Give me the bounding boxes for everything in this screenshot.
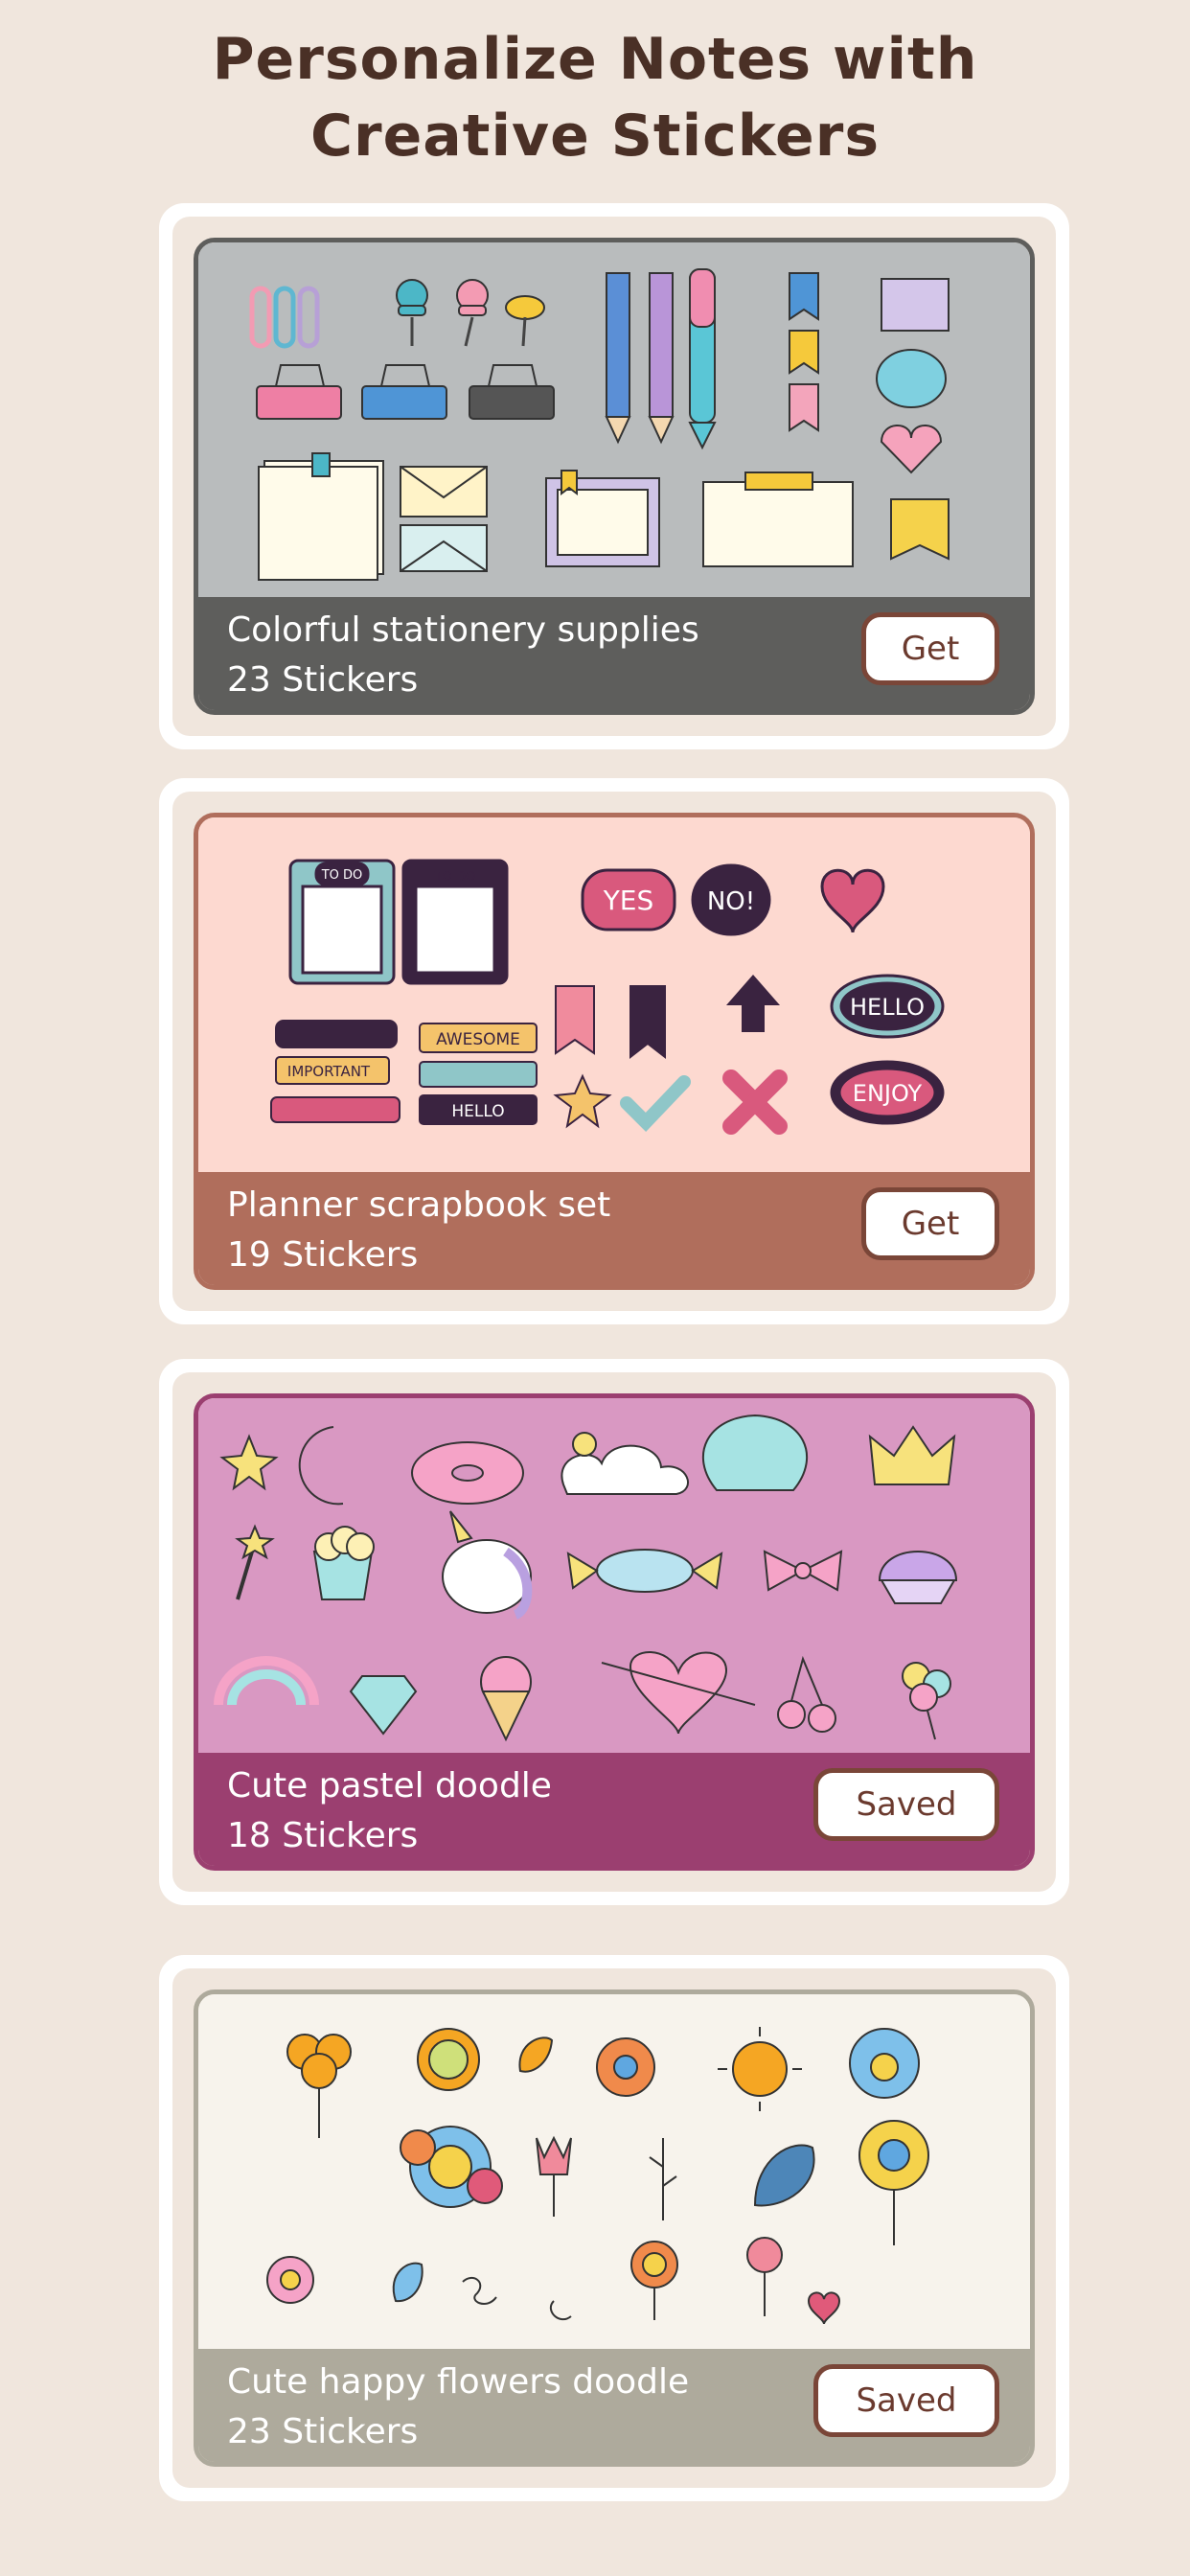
card-footer: Colorful stationery supplies 23 Stickers…: [198, 597, 1030, 710]
planner-sticker-preview: TO DO TO DO YES NO! AWESOME IMPORTANT HE…: [198, 817, 1030, 1172]
pack-name: Cute happy flowers doodle: [227, 2362, 690, 2402]
sticker-text: NO!: [707, 887, 755, 916]
card-frame: Cute happy flowers doodle 23 Stickers Sa…: [172, 1968, 1056, 2488]
saved-button[interactable]: Saved: [813, 2364, 999, 2437]
envelope-icon: [400, 466, 488, 572]
card-body: Cute happy flowers doodle 23 Stickers Sa…: [194, 1990, 1035, 2467]
pushpin-icon: [396, 279, 545, 347]
sticker-text: AWESOME: [436, 1030, 520, 1049]
heart-arrow-icon: [601, 1651, 756, 1735]
crown-icon: [868, 1425, 956, 1485]
sticker-pack-card-stationery[interactable]: Colorful stationery supplies 23 Stickers…: [159, 203, 1069, 749]
stationery-stickers-image: [249, 268, 950, 581]
pack-sticker-count: 18 Stickers: [227, 1816, 419, 1855]
sticker-pack-card-pastel[interactable]: Cute pastel doodle 18 Stickers Saved: [159, 1359, 1069, 1905]
checkmark-icon: [620, 1075, 691, 1133]
sticker-text: YES: [603, 885, 654, 916]
card-footer: Cute happy flowers doodle 23 Stickers Sa…: [198, 2349, 1030, 2462]
seashell-icon: [701, 1414, 809, 1491]
flag-sticker: [555, 985, 666, 1060]
small-flower-icon: [266, 2256, 314, 2304]
blue-flower-icon: [849, 2028, 920, 2099]
memo-pad-icon: [876, 278, 950, 561]
photo-frame-icon: [545, 470, 660, 567]
sticker-text: HELLO: [451, 1102, 504, 1121]
heart-icon: [807, 2291, 841, 2325]
star-icon: [219, 1434, 279, 1491]
saved-button[interactable]: Saved: [813, 1768, 999, 1841]
card-frame: TO DO TO DO YES NO! AWESOME IMPORTANT HE…: [172, 792, 1056, 1311]
flower-icon: [286, 2034, 352, 2138]
unicorn-icon: [442, 1510, 533, 1620]
card-body: TO DO TO DO YES NO! AWESOME IMPORTANT HE…: [194, 813, 1035, 1290]
small-leaf-icon: [392, 2262, 423, 2303]
pack-sticker-count: 19 Stickers: [227, 1235, 419, 1275]
moon-icon: [298, 1426, 344, 1506]
popcorn-icon: [312, 1526, 375, 1600]
cherry-icon: [777, 1655, 836, 1733]
cupcake-icon: [878, 1551, 958, 1604]
pack-name: Cute pastel doodle: [227, 1766, 552, 1806]
card-frame: Cute pastel doodle 18 Stickers Saved: [172, 1372, 1056, 1892]
arrow-up-icon: [726, 975, 780, 1032]
planner-stickers-image: TO DO TO DO YES NO! AWESOME IMPORTANT HE…: [270, 859, 945, 1135]
page-title-line-1: Personalize Notes with: [212, 26, 978, 93]
happy-flowers-stickers-image: [266, 2027, 929, 2325]
flowers-sticker-preview: [198, 1994, 1030, 2349]
magic-wand-icon: [235, 1524, 275, 1600]
card-body: Cute pastel doodle 18 Stickers Saved: [194, 1393, 1035, 1871]
card-footer: Cute pastel doodle 18 Stickers Saved: [198, 1753, 1030, 1866]
card-frame: Colorful stationery supplies 23 Stickers…: [172, 217, 1056, 736]
page-title: Personalize Notes with Creative Stickers: [0, 21, 1190, 174]
sunflower-icon: [417, 2028, 480, 2091]
sticker-text: ENJOY: [853, 1080, 923, 1107]
tulip-icon: [536, 2135, 572, 2217]
pastel-sticker-preview: [198, 1398, 1030, 1753]
sticker-text: TO DO: [321, 868, 363, 883]
card-body: Colorful stationery supplies 23 Stickers…: [194, 238, 1035, 715]
daisy-icon: [858, 2120, 929, 2245]
cloud-icon: [561, 1432, 689, 1495]
x-mark-icon: [722, 1070, 788, 1135]
diamond-icon: [349, 1675, 418, 1736]
swirl-icon: [462, 2276, 572, 2321]
sticker-text: HELLO: [850, 994, 925, 1021]
blue-leaf-icon: [753, 2144, 815, 2207]
pastel-doodle-stickers-image: [214, 1414, 958, 1742]
rainbow-flower-icon: [400, 2126, 503, 2208]
sticker-text: TO DO: [434, 870, 476, 885]
pack-name: Planner scrapbook set: [227, 1185, 611, 1225]
bookmark-flag-icon: [789, 272, 819, 432]
candy-icon: [566, 1549, 723, 1593]
star-icon: [553, 1073, 612, 1129]
page-title-line-2: Creative Stickers: [309, 103, 881, 170]
sticker-text: IMPORTANT: [287, 1063, 371, 1080]
rainbow-icon: [214, 1656, 319, 1706]
sun-icon: [718, 2027, 802, 2111]
sticker-pack-card-planner[interactable]: TO DO TO DO YES NO! AWESOME IMPORTANT HE…: [159, 778, 1069, 1324]
get-button[interactable]: Get: [861, 1187, 999, 1260]
binder-clip-icon: [256, 364, 555, 420]
pack-name: Colorful stationery supplies: [227, 610, 699, 650]
tape-note-icon: [702, 472, 854, 567]
leaf-icon: [518, 2036, 554, 2073]
sticker-pack-card-flowers[interactable]: Cute happy flowers doodle 23 Stickers Sa…: [159, 1955, 1069, 2501]
happy-flower-icon: [630, 2241, 678, 2320]
card-footer: Planner scrapbook set 19 Stickers Get: [198, 1172, 1030, 1285]
get-button[interactable]: Get: [861, 612, 999, 685]
pink-flower-icon: [746, 2237, 783, 2316]
sticky-note-icon: [258, 452, 384, 581]
orange-flower-icon: [596, 2037, 655, 2097]
bow-icon: [763, 1550, 843, 1592]
pencil-icon: [605, 268, 717, 450]
stationery-sticker-preview: [198, 242, 1030, 597]
balloons-icon: [902, 1662, 951, 1740]
ice-cream-icon: [480, 1656, 532, 1742]
sprig-icon: [649, 2138, 677, 2220]
pack-sticker-count: 23 Stickers: [227, 2412, 419, 2451]
pack-sticker-count: 23 Stickers: [227, 660, 419, 700]
paperclip-icon: [249, 286, 320, 349]
donut-icon: [411, 1441, 524, 1505]
